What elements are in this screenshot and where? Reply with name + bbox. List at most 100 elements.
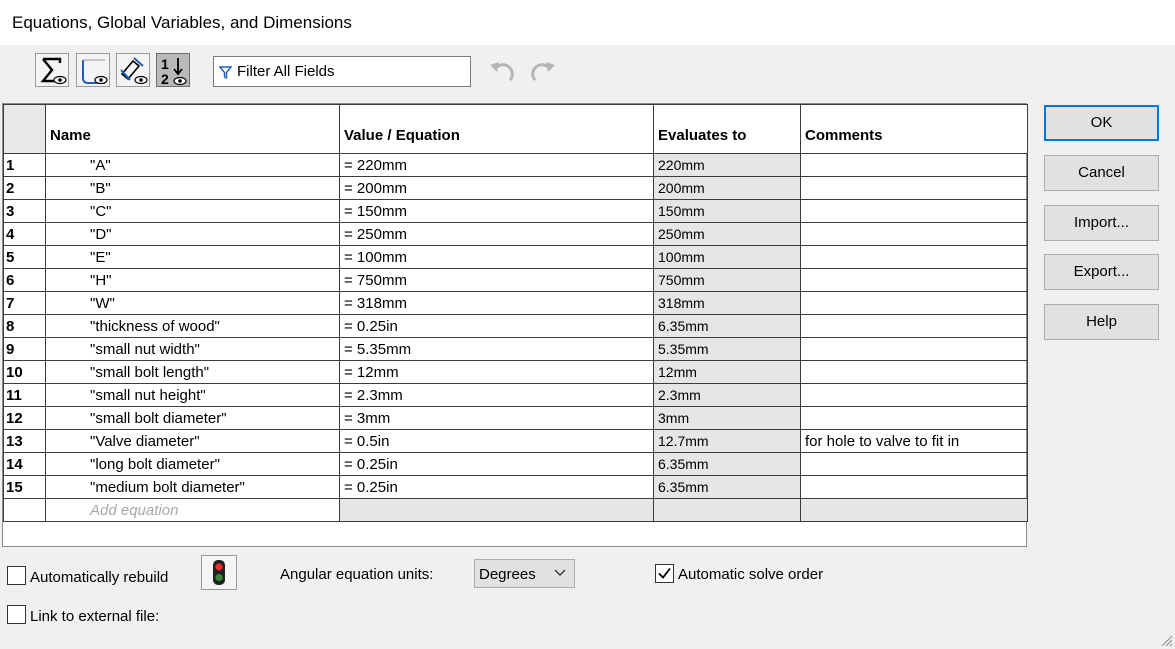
filter-field[interactable]: Filter All Fields bbox=[213, 56, 471, 87]
name-cell[interactable]: "small bolt length" bbox=[45, 360, 340, 384]
evaluates-cell[interactable]: 220mm bbox=[653, 153, 801, 177]
value-cell[interactable]: = 150mm bbox=[339, 199, 654, 223]
name-cell[interactable]: "long bolt diameter" bbox=[45, 452, 340, 476]
comment-cell[interactable] bbox=[800, 153, 1028, 177]
cancel-button[interactable]: Cancel bbox=[1044, 155, 1159, 191]
import-button[interactable]: Import... bbox=[1044, 205, 1159, 241]
table-row[interactable]: 11 "small nut height" = 2.3mm 2.3mm bbox=[3, 383, 1028, 407]
redo-icon[interactable] bbox=[528, 56, 558, 86]
name-cell[interactable]: "D" bbox=[45, 222, 340, 246]
comment-cell[interactable] bbox=[800, 291, 1028, 315]
comment-cell[interactable] bbox=[800, 245, 1028, 269]
table-row[interactable]: 7 "W" = 318mm 318mm bbox=[3, 291, 1028, 315]
auto-solve-checkbox[interactable] bbox=[655, 564, 674, 583]
evaluates-cell[interactable]: 2.3mm bbox=[653, 383, 801, 407]
evaluates-cell[interactable]: 3mm bbox=[653, 406, 801, 430]
name-cell[interactable]: "Valve diameter" bbox=[45, 429, 340, 453]
comment-cell[interactable] bbox=[800, 337, 1028, 361]
value-cell[interactable]: = 200mm bbox=[339, 176, 654, 200]
resize-grip-icon[interactable] bbox=[1159, 633, 1173, 647]
name-cell[interactable]: "W" bbox=[45, 291, 340, 315]
evaluates-cell[interactable]: 6.35mm bbox=[653, 314, 801, 338]
value-cell[interactable]: = 318mm bbox=[339, 291, 654, 315]
evaluates-cell[interactable]: 6.35mm bbox=[653, 475, 801, 499]
equation-view-button[interactable] bbox=[35, 53, 69, 87]
value-cell[interactable]: = 12mm bbox=[339, 360, 654, 384]
angular-units-select[interactable]: Degrees bbox=[474, 559, 575, 588]
evaluates-cell[interactable]: 750mm bbox=[653, 268, 801, 292]
table-row[interactable]: 4 "D" = 250mm 250mm bbox=[3, 222, 1028, 246]
evaluates-cell[interactable]: 6.35mm bbox=[653, 452, 801, 476]
value-cell[interactable]: = 0.25in bbox=[339, 452, 654, 476]
sketch-equation-view-button[interactable] bbox=[76, 53, 110, 87]
value-cell[interactable]: = 0.5in bbox=[339, 429, 654, 453]
table-row[interactable]: 1 "A" = 220mm 220mm bbox=[3, 153, 1028, 177]
value-cell[interactable]: = 100mm bbox=[339, 245, 654, 269]
ok-button[interactable]: OK bbox=[1044, 105, 1159, 141]
rebuild-button[interactable] bbox=[201, 555, 237, 590]
table-row[interactable]: 5 "E" = 100mm 100mm bbox=[3, 245, 1028, 269]
evaluates-cell[interactable]: 318mm bbox=[653, 291, 801, 315]
name-cell[interactable]: "B" bbox=[45, 176, 340, 200]
value-cell[interactable]: = 220mm bbox=[339, 153, 654, 177]
auto-rebuild-checkbox[interactable] bbox=[7, 566, 26, 585]
value-cell[interactable]: = 2.3mm bbox=[339, 383, 654, 407]
name-cell[interactable]: "thickness of wood" bbox=[45, 314, 340, 338]
table-row[interactable]: 2 "B" = 200mm 200mm bbox=[3, 176, 1028, 200]
name-cell[interactable]: "C" bbox=[45, 199, 340, 223]
evaluates-cell[interactable]: 12mm bbox=[653, 360, 801, 384]
comment-cell[interactable] bbox=[800, 199, 1028, 223]
table-row[interactable]: 12 "small bolt diameter" = 3mm 3mm bbox=[3, 406, 1028, 430]
add-equation-row[interactable]: Add equation bbox=[3, 498, 1028, 522]
name-cell[interactable]: "small bolt diameter" bbox=[45, 406, 340, 430]
comment-cell[interactable] bbox=[800, 176, 1028, 200]
value-cell[interactable]: = 3mm bbox=[339, 406, 654, 430]
table-row[interactable]: 14 "long bolt diameter" = 0.25in 6.35mm bbox=[3, 452, 1028, 476]
name-cell[interactable]: "E" bbox=[45, 245, 340, 269]
evaluates-cell[interactable]: 5.35mm bbox=[653, 337, 801, 361]
name-cell[interactable]: "small nut width" bbox=[45, 337, 340, 361]
evaluates-cell[interactable]: 100mm bbox=[653, 245, 801, 269]
comment-cell[interactable] bbox=[800, 452, 1028, 476]
table-row[interactable]: 9 "small nut width" = 5.35mm 5.35mm bbox=[3, 337, 1028, 361]
comment-cell[interactable] bbox=[800, 475, 1028, 499]
value-cell[interactable]: = 0.25in bbox=[339, 314, 654, 338]
value-cell[interactable]: = 5.35mm bbox=[339, 337, 654, 361]
column-header-comments[interactable]: Comments bbox=[800, 104, 1028, 154]
comment-cell[interactable] bbox=[800, 360, 1028, 384]
table-row[interactable]: 13 "Valve diameter" = 0.5in 12.7mm for hole … bbox=[3, 429, 1028, 453]
comment-cell[interactable] bbox=[800, 498, 1028, 522]
undo-icon[interactable] bbox=[487, 56, 517, 86]
link-external-checkbox[interactable] bbox=[7, 605, 26, 624]
table-row[interactable]: 15 "medium bolt diameter" = 0.25in 6.35mm bbox=[3, 475, 1028, 499]
evaluates-cell[interactable] bbox=[653, 498, 801, 522]
name-cell[interactable]: "A" bbox=[45, 153, 340, 177]
table-row[interactable]: 10 "small bolt length" = 12mm 12mm bbox=[3, 360, 1028, 384]
evaluates-cell[interactable]: 250mm bbox=[653, 222, 801, 246]
evaluates-cell[interactable]: 150mm bbox=[653, 199, 801, 223]
evaluates-cell[interactable]: 200mm bbox=[653, 176, 801, 200]
comment-cell[interactable] bbox=[800, 406, 1028, 430]
table-row[interactable]: 8 "thickness of wood" = 0.25in 6.35mm bbox=[3, 314, 1028, 338]
help-button[interactable]: Help bbox=[1044, 304, 1159, 340]
name-cell[interactable]: "medium bolt diameter" bbox=[45, 475, 340, 499]
value-cell[interactable]: = 0.25in bbox=[339, 475, 654, 499]
column-header-evaluates[interactable]: Evaluates to bbox=[653, 104, 801, 154]
column-header-name[interactable]: Name bbox=[45, 104, 340, 154]
name-cell[interactable]: "small nut height" bbox=[45, 383, 340, 407]
value-cell[interactable] bbox=[339, 498, 654, 522]
value-cell[interactable]: = 250mm bbox=[339, 222, 654, 246]
dimension-view-button[interactable] bbox=[116, 53, 150, 87]
comment-cell[interactable] bbox=[800, 314, 1028, 338]
comment-cell[interactable] bbox=[800, 222, 1028, 246]
ordered-view-button[interactable]: 1 2 bbox=[156, 53, 190, 87]
table-row[interactable]: 3 "C" = 150mm 150mm bbox=[3, 199, 1028, 223]
add-equation-input[interactable]: Add equation bbox=[45, 498, 340, 522]
table-row[interactable]: 6 "H" = 750mm 750mm bbox=[3, 268, 1028, 292]
evaluates-cell[interactable]: 12.7mm bbox=[653, 429, 801, 453]
export-button[interactable]: Export... bbox=[1044, 254, 1159, 290]
corner-cell[interactable] bbox=[3, 104, 46, 154]
comment-cell[interactable]: for hole to valve to fit in bbox=[800, 429, 1028, 453]
column-header-value[interactable]: Value / Equation bbox=[339, 104, 654, 154]
value-cell[interactable]: = 750mm bbox=[339, 268, 654, 292]
